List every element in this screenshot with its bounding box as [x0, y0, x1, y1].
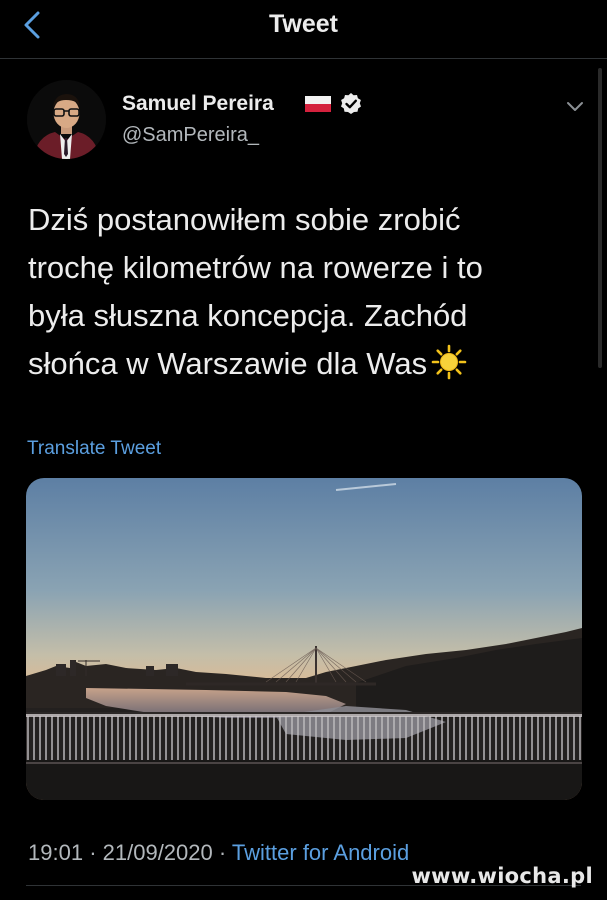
profile-photo — [27, 80, 106, 159]
tweet-time: 19:01 — [28, 840, 84, 865]
author-name[interactable]: Samuel Pereira — [122, 92, 274, 116]
avatar[interactable] — [27, 80, 106, 159]
tweet-timestamp: 19:01 · 21/09/2020 · Twitter for Android — [28, 840, 409, 866]
poland-flag-icon — [305, 96, 331, 112]
meta-separator: · — [218, 840, 227, 865]
tweet-photo[interactable] — [26, 478, 582, 800]
meta-separator: · — [89, 840, 97, 865]
top-bar: Tweet — [0, 0, 607, 59]
chevron-down-icon — [567, 102, 583, 111]
tweet-line-with-emoji: słońca w Warszawie dla Was — [28, 340, 578, 388]
tweet-line: słońca w Warszawie dla Was — [28, 346, 428, 381]
tweet-line: była słuszna koncepcja. Zachód — [28, 298, 468, 333]
tweet-date: 21/09/2020 — [102, 840, 213, 865]
scrollbar[interactable] — [598, 68, 602, 368]
watermark-text: www.wiocha.pl — [411, 864, 593, 888]
verified-badge-icon — [341, 93, 361, 114]
tweet-line: trochę kilometrów na rowerze i to — [28, 250, 483, 285]
sunset-photo — [26, 478, 582, 800]
more-options-button[interactable] — [564, 96, 586, 116]
tweet-text: Dziś postanowiłem sobie zrobić trochę ki… — [28, 196, 578, 388]
sun-emoji-icon — [431, 344, 467, 380]
author-handle[interactable]: @SamPereira_ — [122, 124, 259, 147]
page-title: Tweet — [269, 10, 338, 38]
translate-tweet-link[interactable]: Translate Tweet — [27, 438, 161, 460]
tweet-source-link[interactable]: Twitter for Android — [232, 840, 409, 865]
tweet-line: Dziś postanowiłem sobie zrobić — [28, 202, 461, 237]
